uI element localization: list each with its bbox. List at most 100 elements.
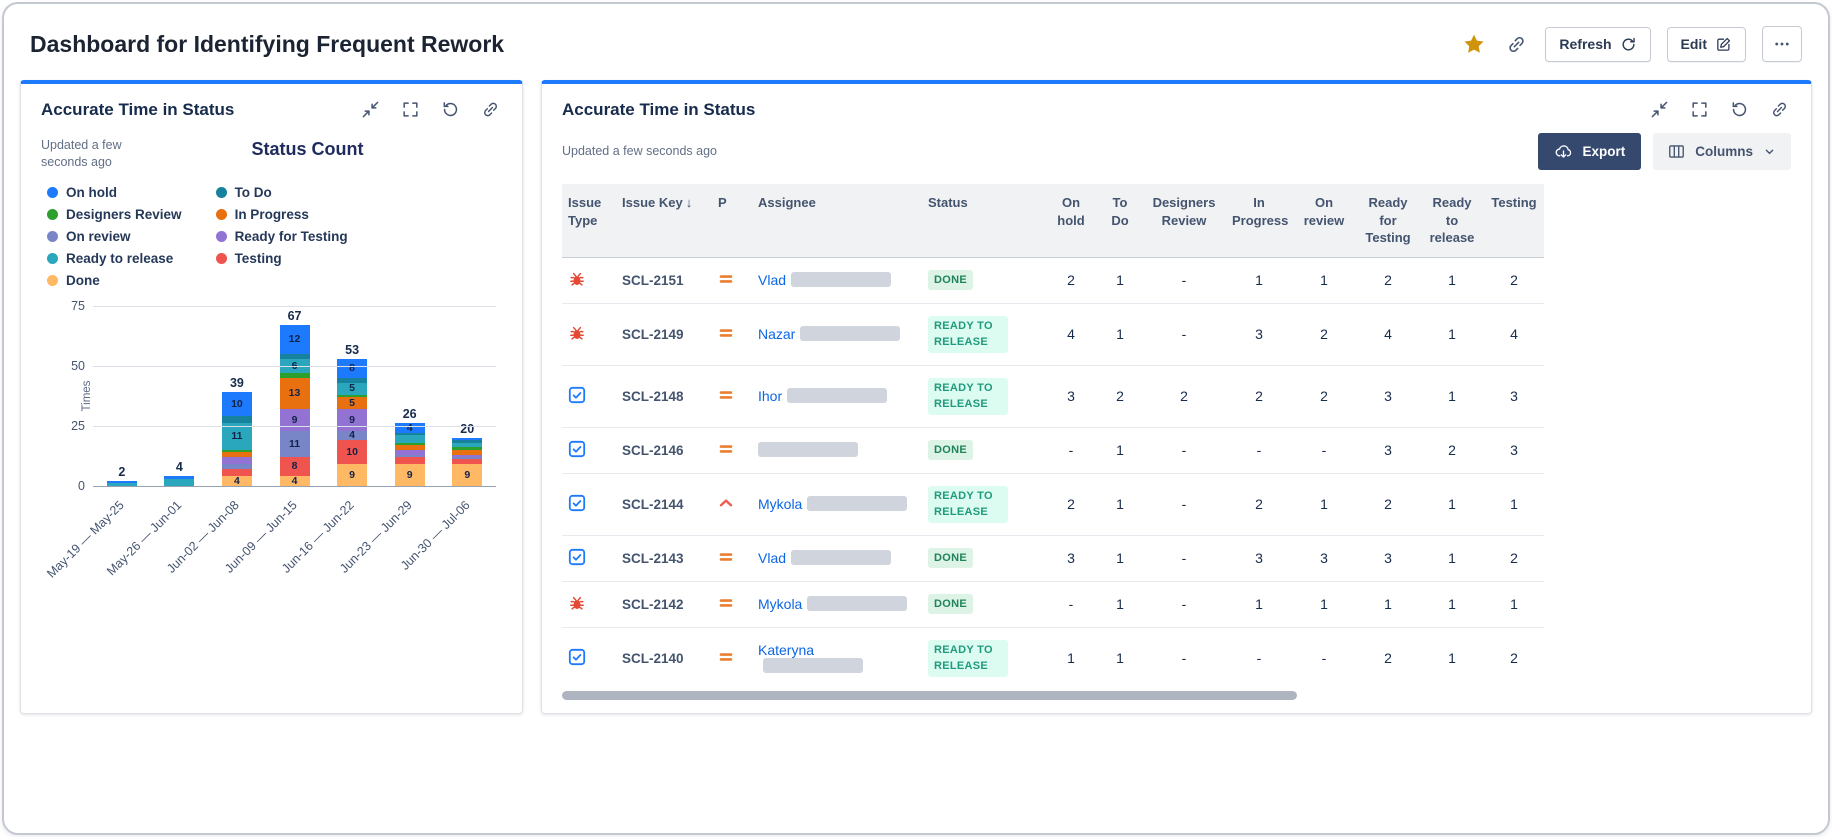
status-time-value: 2 xyxy=(1484,257,1544,304)
legend-item-ready-for-testing[interactable]: Ready for Testing xyxy=(215,229,348,244)
assignee-link[interactable]: Mykola xyxy=(758,496,802,512)
assignee-link[interactable]: Ihor xyxy=(758,388,782,404)
bar-segment-ready-to-release: 11 xyxy=(221,423,252,450)
legend-item-to-do[interactable]: To Do xyxy=(215,185,348,200)
redacted-name-block xyxy=(807,596,908,612)
refresh-button[interactable]: Refresh xyxy=(1545,26,1651,62)
column-header-assignee[interactable]: Assignee xyxy=(752,184,922,258)
status-time-value: 3 xyxy=(1292,535,1356,582)
more-actions-button[interactable] xyxy=(1762,26,1802,62)
column-header-issue-type[interactable]: Issue Type xyxy=(562,184,616,258)
column-header-label: In Progress xyxy=(1232,195,1289,228)
assignee-link[interactable]: Vlad xyxy=(758,550,786,566)
status-time-value: - xyxy=(1142,535,1226,582)
table-row-scl-2140[interactable]: SCL-2140 Kateryna READY TO RELEASE 1 1- - -2 1 2 xyxy=(562,627,1544,685)
table-panel-icons xyxy=(1648,98,1791,121)
fullscreen-button[interactable] xyxy=(1688,98,1711,121)
status-time-value: 1 xyxy=(1292,473,1356,536)
more-icon xyxy=(1775,42,1789,46)
column-header-ready-to-release[interactable]: Ready to release xyxy=(1420,184,1484,258)
table-row-scl-2151[interactable]: SCL-2151 Vlad DONE 2 1-1 1 2 1 2 xyxy=(562,257,1544,304)
refresh-gadget-button[interactable] xyxy=(439,98,462,121)
status-badge: READY TO RELEASE xyxy=(928,315,1008,353)
assignee-link[interactable]: Mykola xyxy=(758,596,802,612)
bar-total: 20 xyxy=(460,421,475,436)
table-body: SCL-2151 Vlad DONE 2 1-1 1 2 1 2 SCL-2149 Nazar REA… xyxy=(562,257,1544,685)
export-button[interactable]: Export xyxy=(1538,133,1642,170)
table-row-scl-2148[interactable]: SCL-2148 Ihor READY TO RELEASE 3 2 2 2 2 3 1 3 xyxy=(562,365,1544,428)
legend-item-on-review[interactable]: On review xyxy=(47,229,182,244)
refresh-icon xyxy=(443,102,458,117)
column-header-to-do[interactable]: To Do xyxy=(1098,184,1142,258)
table-row-scl-2142[interactable]: SCL-2142 Mykola DONE -1-1 1 1 1 1 xyxy=(562,581,1544,628)
legend-item-testing[interactable]: Testing xyxy=(215,251,348,266)
assignee-link[interactable]: Vlad xyxy=(758,272,786,288)
redacted-name-block xyxy=(787,388,888,404)
status-time-value: 2 xyxy=(1356,627,1420,685)
assignee-link[interactable]: Nazar xyxy=(758,326,795,342)
columns-button[interactable]: Columns xyxy=(1653,133,1791,170)
status-time-value: 3 xyxy=(1484,427,1544,474)
copy-link-button[interactable] xyxy=(1504,32,1529,57)
column-header-p[interactable]: P xyxy=(712,184,752,258)
favorite-star-button[interactable] xyxy=(1460,30,1488,58)
column-header-testing[interactable]: Testing xyxy=(1484,184,1544,258)
legend-item-in-progress[interactable]: In Progress xyxy=(215,207,348,222)
refresh-gadget-button[interactable] xyxy=(1728,98,1751,121)
table-scroll-area[interactable]: Issue Type Issue Key ↓ P Assignee Status On ho… xyxy=(562,184,1791,685)
issue-key: SCL-2140 xyxy=(622,651,684,667)
assignee-cell xyxy=(752,427,922,474)
link-icon xyxy=(1773,102,1786,117)
collapse-button[interactable] xyxy=(1648,98,1671,121)
table-header-row: Issue Type Issue Key ↓ P Assignee Status On ho… xyxy=(562,184,1544,258)
bar-stack: 4 8 11 9 13 6 12 xyxy=(279,325,310,486)
assignee-cell: Vlad xyxy=(752,535,922,582)
redacted-name-block xyxy=(791,272,892,288)
priority-medium-icon xyxy=(719,552,733,561)
table-row-scl-2146[interactable]: SCL-2146 DONE -1- - -3 2 3 xyxy=(562,427,1544,474)
fullscreen-button[interactable] xyxy=(399,98,422,121)
bar-segment-testing: 8 xyxy=(279,456,310,477)
legend-item-designers-review[interactable]: Designers Review xyxy=(47,207,182,222)
assignee-link[interactable]: Kateryna xyxy=(758,642,814,658)
collapse-button[interactable] xyxy=(359,98,382,121)
column-header-on-review[interactable]: On review xyxy=(1292,184,1356,258)
table-row-scl-2143[interactable]: SCL-2143 Vlad DONE 3 1-3 3 3 1 2 xyxy=(562,535,1544,582)
gadget-link-button[interactable] xyxy=(479,98,502,121)
gadget-link-button[interactable] xyxy=(1768,98,1791,121)
legend-item-done[interactable]: Done xyxy=(47,273,182,288)
column-header-issue-key[interactable]: Issue Key ↓ xyxy=(616,184,712,258)
bar-segment-testing xyxy=(221,468,252,477)
bar-stack: 94 xyxy=(394,423,425,486)
status-badge: DONE xyxy=(928,547,973,569)
table-row-scl-2149[interactable]: SCL-2149 Nazar READY TO RELEASE 4 1-3 2 4 1 4 xyxy=(562,303,1544,366)
status-time-value: 3 xyxy=(1356,535,1420,582)
column-header-ready-for-testing[interactable]: Ready for Testing xyxy=(1356,184,1420,258)
table-toolbar: Updated a few seconds ago Export Columns xyxy=(562,133,1791,170)
star-icon xyxy=(1464,34,1484,53)
status-time-value: 3 xyxy=(1044,365,1098,428)
legend-label: Designers Review xyxy=(66,206,182,222)
column-header-label: Assignee xyxy=(758,195,816,210)
redacted-name-block xyxy=(807,496,908,512)
horizontal-scrollbar[interactable] xyxy=(562,691,1297,700)
status-time-value: 1 xyxy=(1098,627,1142,685)
column-header-on-hold[interactable]: On hold xyxy=(1044,184,1098,258)
bar-stack: 4 11 10 xyxy=(221,392,252,486)
table-row-scl-2144[interactable]: SCL-2144 Mykola READY TO RELEASE 2 1-2 1 2 1 1 xyxy=(562,473,1544,536)
column-header-status[interactable]: Status xyxy=(922,184,1044,258)
bar-total: 26 xyxy=(402,407,417,422)
issue-key: SCL-2142 xyxy=(622,597,684,613)
status-time-value: 2 xyxy=(1044,257,1098,304)
column-header-designers-review[interactable]: Designers Review xyxy=(1142,184,1226,258)
y-axis-tick: 50 xyxy=(71,358,85,373)
legend-item-ready-to-release[interactable]: Ready to release xyxy=(47,251,182,266)
priority-medium-icon xyxy=(719,444,733,453)
y-axis-tick: 75 xyxy=(71,298,85,313)
edit-button[interactable]: Edit xyxy=(1666,26,1746,62)
column-header-in-progress[interactable]: In Progress xyxy=(1226,184,1292,258)
bar-segment-ready-to-release xyxy=(394,435,425,443)
status-time-value: 4 xyxy=(1044,303,1098,366)
legend-item-on-hold[interactable]: On hold xyxy=(47,185,182,200)
status-time-value: 3 xyxy=(1226,303,1292,366)
